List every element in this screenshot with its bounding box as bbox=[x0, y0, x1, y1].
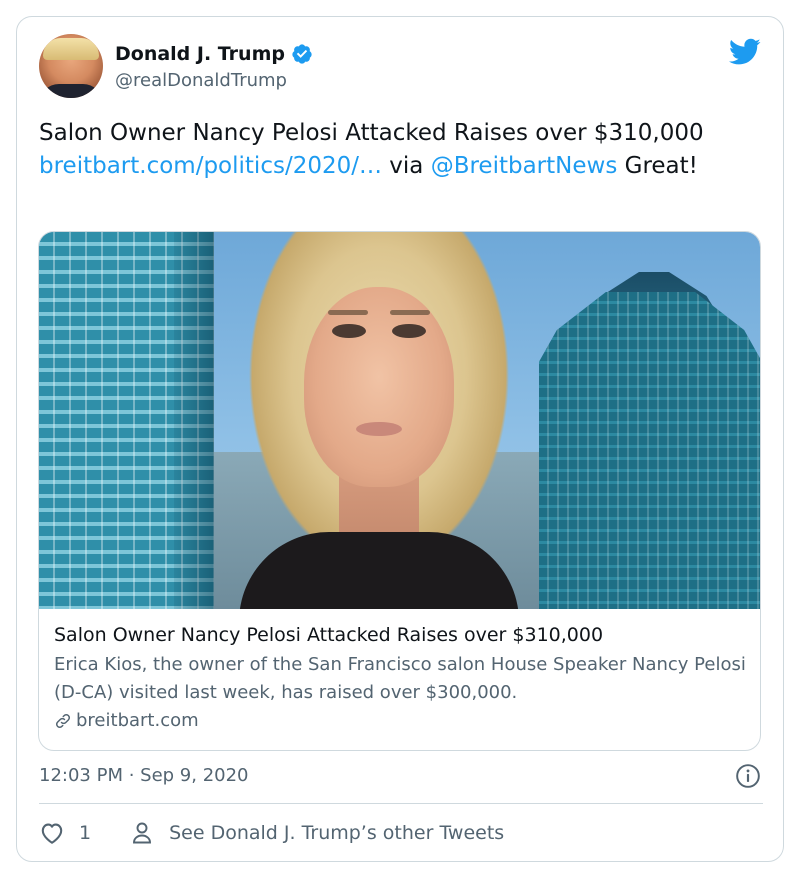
twitter-bird-icon[interactable] bbox=[729, 38, 761, 66]
link-preview-domain: breitbart.com bbox=[76, 710, 199, 731]
like-count[interactable]: 1 bbox=[79, 822, 91, 844]
other-tweets-link[interactable]: See Donald J. Trump’s other Tweets bbox=[169, 822, 504, 844]
person-icon[interactable] bbox=[131, 821, 153, 845]
tweet-text-part2: via bbox=[381, 153, 431, 179]
link-preview-domain-row: breitbart.com bbox=[54, 707, 747, 735]
tweet-card: Donald J. Trump @realDonaldTrump Salon O… bbox=[16, 16, 784, 862]
author-handle[interactable]: @realDonaldTrump bbox=[115, 70, 287, 91]
heart-icon[interactable] bbox=[39, 821, 65, 845]
tweet-link[interactable]: breitbart.com/politics/2020/… bbox=[39, 153, 382, 179]
link-preview-description: Erica Kios, the owner of the San Francis… bbox=[54, 654, 746, 703]
divider bbox=[39, 803, 763, 804]
author-name-row[interactable]: Donald J. Trump bbox=[115, 43, 313, 65]
mention-link[interactable]: @BreitbartNews bbox=[431, 153, 618, 179]
link-icon bbox=[55, 713, 71, 729]
link-preview-title[interactable]: Salon Owner Nancy Pelosi Attacked Raises… bbox=[54, 622, 747, 648]
tweet-text-part3: Great! bbox=[617, 153, 698, 179]
info-icon[interactable] bbox=[735, 763, 761, 789]
avatar[interactable] bbox=[39, 34, 103, 98]
tweet-timestamp[interactable]: 12:03 PM · Sep 9, 2020 bbox=[39, 765, 249, 786]
link-preview-card[interactable]: Salon Owner Nancy Pelosi Attacked Raises… bbox=[38, 231, 761, 751]
display-name[interactable]: Donald J. Trump bbox=[115, 43, 285, 65]
link-preview-body[interactable]: Salon Owner Nancy Pelosi Attacked Raises… bbox=[39, 609, 760, 750]
action-bar: 1 See Donald J. Trump’s other Tweets bbox=[39, 820, 504, 846]
verified-badge-icon bbox=[292, 44, 312, 64]
tweet-text-part1: Salon Owner Nancy Pelosi Attacked Raises… bbox=[39, 120, 704, 146]
tweet-text: Salon Owner Nancy Pelosi Attacked Raises… bbox=[39, 117, 759, 183]
link-preview-image[interactable] bbox=[39, 232, 760, 609]
